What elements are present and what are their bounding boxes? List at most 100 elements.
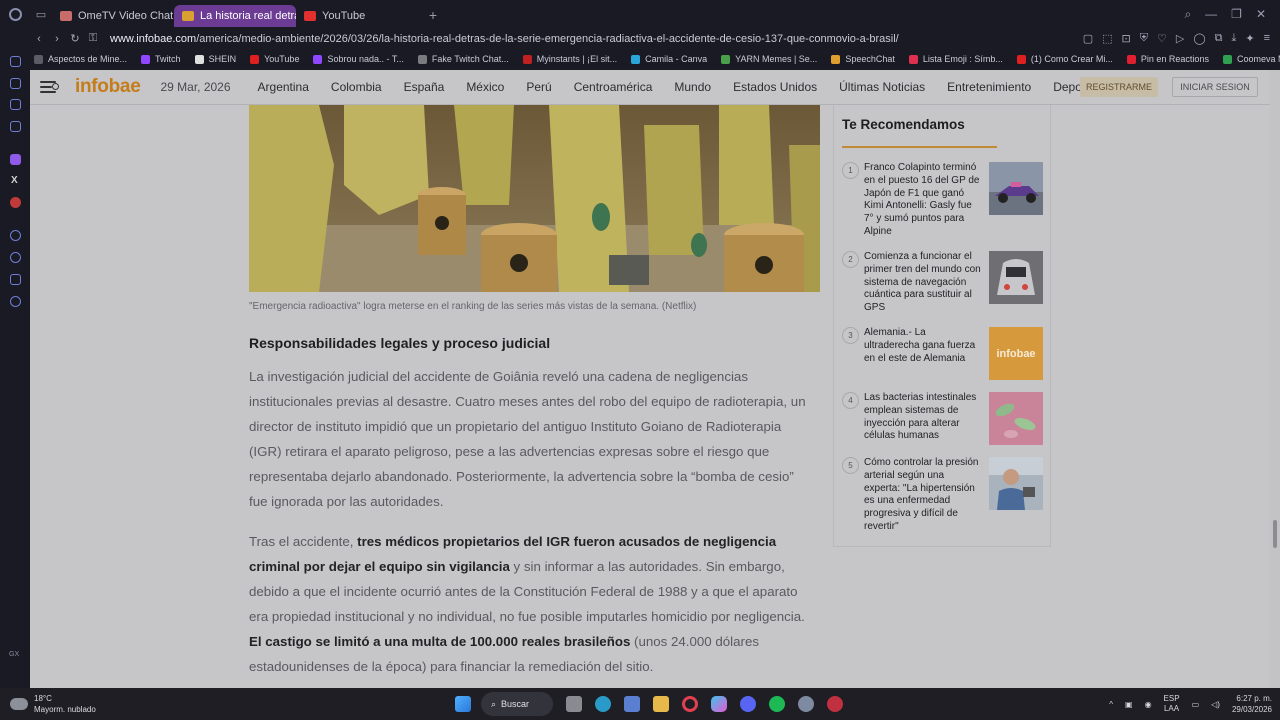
nav-item[interactable]: Estados Unidos xyxy=(733,80,817,94)
language-indicator[interactable]: ESP LAA xyxy=(1164,694,1180,714)
bookmark-item[interactable]: Camila - Canva xyxy=(631,54,707,64)
bookmark-item[interactable]: YouTube xyxy=(250,54,299,64)
nav-item[interactable]: Mundo xyxy=(674,80,711,94)
pin-icon[interactable]: ⬚ xyxy=(1102,32,1112,45)
tray-app-icon[interactable]: ▣ xyxy=(1125,700,1133,709)
item-headline[interactable]: Cómo controlar la presión arterial según… xyxy=(864,457,982,534)
doctor-thumbnail[interactable] xyxy=(989,457,1043,510)
nav-item[interactable]: España xyxy=(404,80,445,94)
opera-gx-icon[interactable] xyxy=(675,692,704,716)
play-icon[interactable]: ▷ xyxy=(1176,32,1184,45)
register-button[interactable]: REGISTRARME xyxy=(1080,77,1158,97)
bacteria-thumbnail[interactable] xyxy=(989,392,1043,445)
item-headline[interactable]: Las bacterias intestinales emplean siste… xyxy=(864,392,982,443)
ai-icon[interactable]: ✦ xyxy=(1245,32,1254,45)
download-icon[interactable]: ⤓ xyxy=(1231,32,1236,45)
settings-app-icon[interactable] xyxy=(791,692,820,716)
extension-icon[interactable]: ⧉ xyxy=(1215,32,1223,45)
network-icon[interactable]: ▭ xyxy=(1192,700,1200,709)
nav-item[interactable]: Últimas Noticias xyxy=(839,80,925,94)
page-scrollbar[interactable] xyxy=(1270,70,1280,688)
bookmark-item[interactable]: Sobrou nada.. - T... xyxy=(313,54,404,64)
f1-car-thumbnail[interactable] xyxy=(989,162,1043,215)
player-icon[interactable] xyxy=(10,230,21,241)
opera-logo-icon[interactable] xyxy=(0,0,30,29)
scrollbar-thumb[interactable] xyxy=(1273,520,1277,548)
bookmark-item[interactable]: Twitch xyxy=(141,54,181,64)
close-window-button[interactable]: ✕ xyxy=(1256,7,1266,22)
bookmark-item[interactable]: Pin en Reactions xyxy=(1126,54,1209,64)
volume-icon[interactable]: ◁) xyxy=(1211,700,1220,709)
article-subheading: Responsabilidades legales y proceso judi… xyxy=(249,335,551,351)
sidebar-icon-1[interactable] xyxy=(10,56,21,67)
weather-widget[interactable]: 18°C Mayorm. nublado xyxy=(10,693,96,715)
bookmark-item[interactable]: YARN Memes | Se... xyxy=(721,54,817,64)
tab-overview-icon[interactable]: ▭ xyxy=(30,0,52,29)
bookmark-item[interactable]: Lista Emoji : Símb... xyxy=(908,54,1003,64)
taskbar-search[interactable]: ⌕ Buscar xyxy=(481,692,553,716)
file-explorer-icon[interactable] xyxy=(646,692,675,716)
tab-youtube[interactable]: YouTube xyxy=(296,5,420,27)
url-field[interactable]: www.infobae.com/america/medio-ambiente/2… xyxy=(110,33,990,45)
clock[interactable]: 6:27 p. m. 29/03/2026 xyxy=(1232,693,1272,715)
twitch-icon[interactable] xyxy=(10,154,21,165)
start-icon[interactable] xyxy=(448,692,477,716)
store-icon[interactable] xyxy=(617,692,646,716)
forward-button[interactable]: › xyxy=(48,33,66,45)
snapshot-icon[interactable]: ▢ xyxy=(1083,32,1093,45)
youtube-icon[interactable] xyxy=(10,197,21,208)
shield-icon[interactable]: ⛨ xyxy=(1140,32,1148,45)
capture-icon[interactable]: ⊡ xyxy=(1122,32,1131,45)
tray-mic-icon[interactable]: ◉ xyxy=(1145,700,1152,709)
edge-icon[interactable] xyxy=(588,692,617,716)
x-icon[interactable]: X xyxy=(11,175,22,186)
task-view-icon[interactable] xyxy=(559,692,588,716)
maximize-button[interactable]: ❐ xyxy=(1231,7,1242,22)
item-headline[interactable]: Alemania.- La ultraderecha gana fuerza e… xyxy=(864,327,982,365)
nav-item[interactable]: Entretenimiento xyxy=(947,80,1031,94)
bookmark-item[interactable]: SpeechChat xyxy=(831,54,895,64)
bookmark-item[interactable]: Coomeva Medicin... xyxy=(1222,54,1280,64)
bookmark-item[interactable]: (1) Como Crear Mi... xyxy=(1016,54,1113,64)
sidebar-icon-2[interactable] xyxy=(10,78,21,89)
app-icon[interactable] xyxy=(820,692,849,716)
bold-run: El castigo se limitó a una multa de 100.… xyxy=(249,634,631,649)
nav-item[interactable]: Perú xyxy=(526,80,551,94)
item-headline[interactable]: Comienza a funcionar el primer tren del … xyxy=(864,251,982,315)
minimize-button[interactable]: — xyxy=(1205,7,1217,22)
nav-item[interactable]: México xyxy=(466,80,504,94)
nav-item[interactable]: Colombia xyxy=(331,80,382,94)
spotify-icon[interactable] xyxy=(762,692,791,716)
extensions-icon[interactable] xyxy=(10,274,21,285)
bookmark-icon[interactable]: ♡ xyxy=(1157,32,1167,45)
train-thumbnail[interactable] xyxy=(989,251,1043,304)
back-button[interactable]: ‹ xyxy=(30,33,48,45)
sidebar-icon-3[interactable] xyxy=(10,99,21,110)
search-tabs-icon[interactable]: ⌕ xyxy=(1184,7,1191,22)
discord-icon[interactable] xyxy=(733,692,762,716)
item-headline[interactable]: Franco Colapinto terminó en el puesto 16… xyxy=(864,162,982,239)
copilot-icon[interactable] xyxy=(704,692,733,716)
reload-button[interactable]: ↻ xyxy=(66,32,84,45)
new-tab-button[interactable]: + xyxy=(420,0,446,29)
nav-item[interactable]: Centroamérica xyxy=(574,80,653,94)
tray-chevron-icon[interactable]: ^ xyxy=(1109,700,1113,709)
tab-ometv[interactable]: OmeTV Video Chat — xyxy=(52,5,174,27)
history-icon[interactable] xyxy=(10,252,21,263)
menu-icon[interactable]: ≡ xyxy=(1264,32,1270,45)
search-label: Buscar xyxy=(501,699,530,709)
bookmark-item[interactable]: SHEIN xyxy=(194,54,236,64)
menu-search-icon[interactable] xyxy=(40,81,60,93)
infobae-logo[interactable]: infobae xyxy=(75,76,141,98)
tab-infobae-article[interactable]: La historia real detrás de xyxy=(174,4,296,27)
sidebar-icon-4[interactable] xyxy=(10,121,21,132)
bookmark-item[interactable]: Fake Twitch Chat... xyxy=(417,54,509,64)
bookmark-item[interactable]: Myinstants | ¡El sit... xyxy=(522,54,617,64)
bookmark-item[interactable]: Aspectos de Mine... xyxy=(34,54,127,64)
infobae-logo-thumbnail[interactable]: infobae xyxy=(989,327,1043,380)
nav-item[interactable]: Argentina xyxy=(258,80,309,94)
settings-icon[interactable] xyxy=(10,296,21,307)
login-button[interactable]: INICIAR SESION xyxy=(1172,77,1258,97)
lock-icon[interactable]: ⚿ xyxy=(84,32,102,45)
account-icon[interactable]: ◯ xyxy=(1193,32,1205,45)
